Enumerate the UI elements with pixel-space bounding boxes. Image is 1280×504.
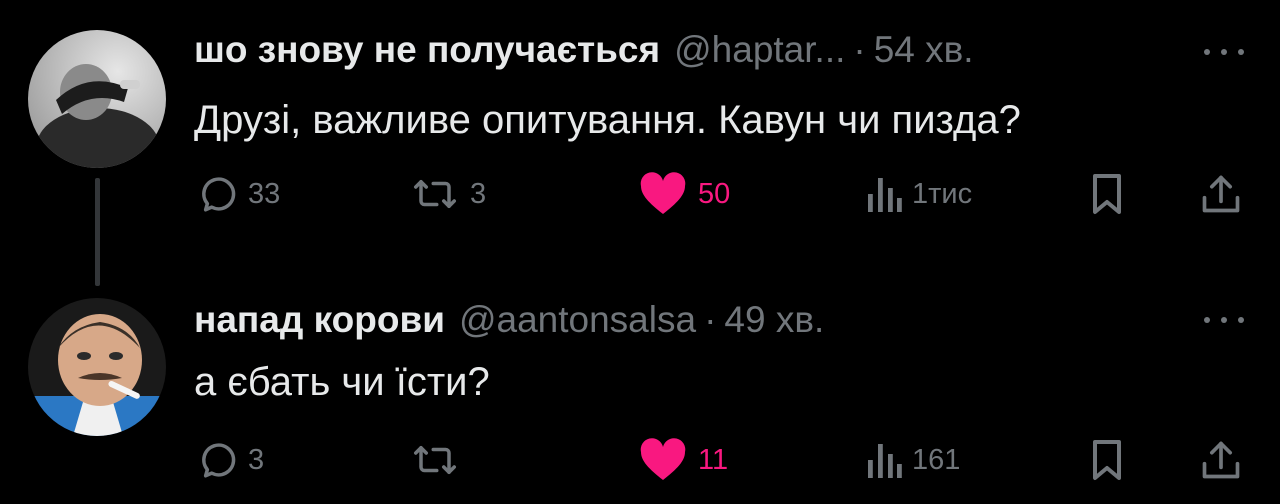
action-bar: 33 3 50 1тис bbox=[0, 170, 1280, 218]
like-button[interactable]: 11 bbox=[638, 436, 728, 484]
views-icon bbox=[866, 440, 902, 480]
like-count: 50 bbox=[698, 177, 731, 210]
display-name[interactable]: шо знову не получається bbox=[194, 26, 660, 74]
views-button[interactable]: 161 bbox=[866, 436, 960, 484]
repost-button[interactable]: 3 bbox=[410, 170, 486, 218]
share-button[interactable] bbox=[1200, 436, 1242, 484]
bookmark-icon bbox=[1090, 172, 1124, 216]
bookmark-button[interactable] bbox=[1090, 436, 1124, 484]
share-button[interactable] bbox=[1200, 170, 1242, 218]
timestamp[interactable]: 54 хв. bbox=[874, 26, 974, 74]
views-count: 161 bbox=[912, 443, 961, 476]
reply-button[interactable]: 33 bbox=[196, 170, 280, 218]
thread: шо знову не получається @haptar... · 54 … bbox=[0, 0, 1280, 504]
separator: · bbox=[704, 299, 717, 340]
reply-count: 33 bbox=[248, 177, 281, 210]
bookmark-icon bbox=[1090, 438, 1124, 482]
separator: · bbox=[853, 29, 866, 70]
post-text: Друзі, важливе опитування. Кавун чи пизд… bbox=[194, 98, 1021, 142]
heart-filled-icon bbox=[638, 172, 688, 216]
views-button[interactable]: 1тис bbox=[866, 170, 972, 218]
views-icon bbox=[866, 174, 902, 214]
post-text: а єбать чи їсти? bbox=[194, 360, 490, 404]
repost-button[interactable] bbox=[410, 436, 470, 484]
user-handle[interactable]: @aantonsalsa bbox=[459, 296, 696, 344]
reply-button[interactable]: 3 bbox=[196, 436, 264, 484]
bookmark-button[interactable] bbox=[1090, 170, 1124, 218]
like-button[interactable]: 50 bbox=[638, 170, 730, 218]
share-icon bbox=[1200, 438, 1242, 482]
avatar[interactable] bbox=[28, 298, 166, 436]
avatar[interactable] bbox=[28, 30, 166, 168]
display-name[interactable]: напад корови bbox=[194, 296, 445, 344]
repost-icon bbox=[410, 173, 460, 215]
user-handle[interactable]: @haptar... bbox=[674, 26, 845, 74]
more-options-icon[interactable] bbox=[1204, 42, 1244, 62]
repost-icon bbox=[410, 439, 460, 481]
like-count: 11 bbox=[698, 443, 729, 476]
action-bar: 3 11 161 bbox=[0, 436, 1280, 484]
reply-icon bbox=[196, 173, 238, 215]
post-header: напад корови @aantonsalsa · 49 хв. bbox=[194, 296, 824, 344]
share-icon bbox=[1200, 172, 1242, 216]
timestamp[interactable]: 49 хв. bbox=[724, 296, 824, 344]
more-options-icon[interactable] bbox=[1204, 310, 1244, 330]
avatar-photo-icon bbox=[28, 30, 166, 168]
repost-count: 3 bbox=[470, 177, 487, 210]
avatar-photo-icon bbox=[28, 298, 166, 436]
heart-filled-icon bbox=[638, 438, 688, 482]
post-header: шо знову не получається @haptar... · 54 … bbox=[194, 26, 974, 74]
reply-count: 3 bbox=[248, 443, 265, 476]
views-count: 1тис bbox=[912, 177, 973, 210]
reply-icon bbox=[196, 439, 238, 481]
